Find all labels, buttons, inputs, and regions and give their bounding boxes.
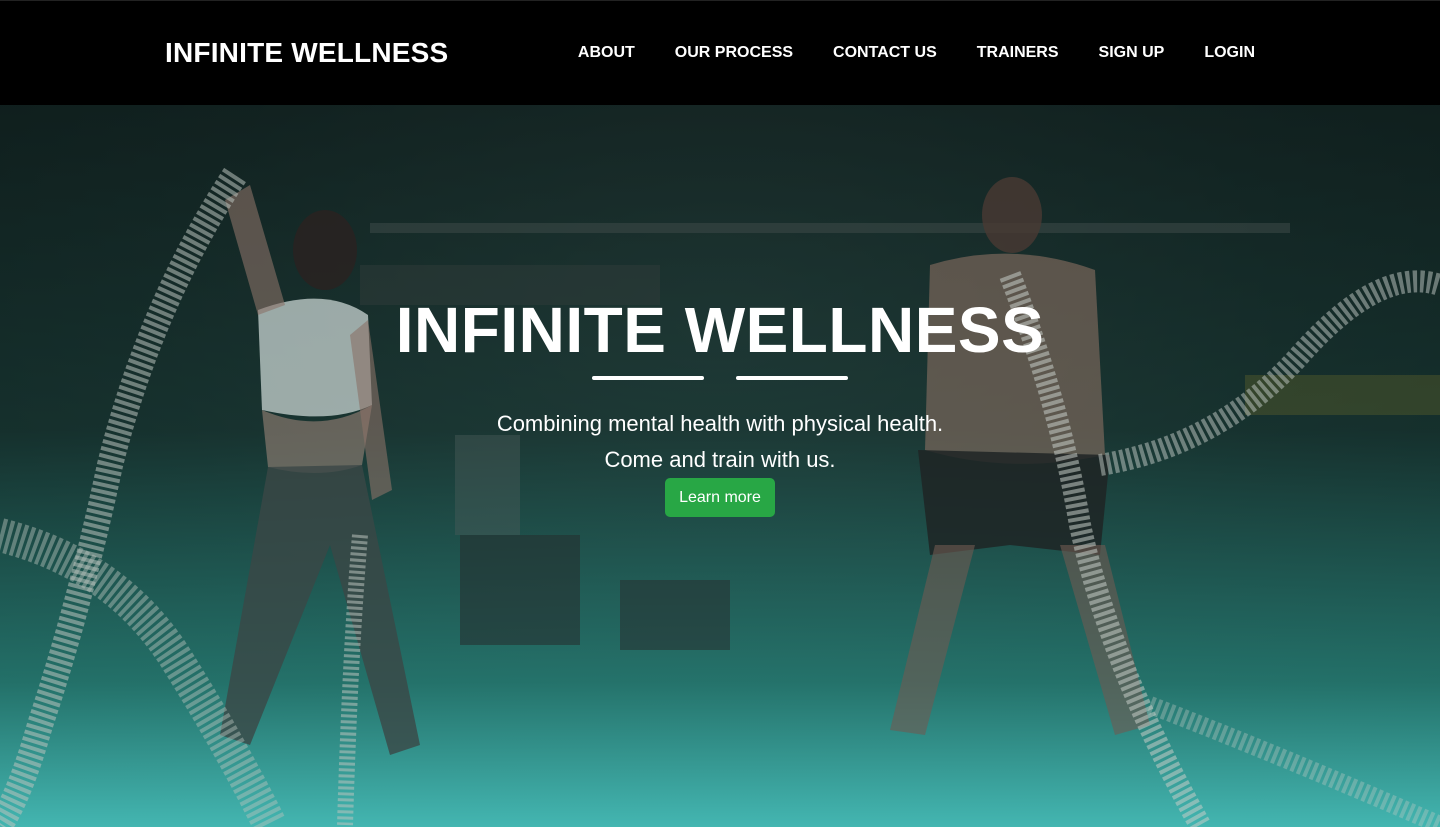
nav-link-about[interactable]: ABOUT (578, 44, 635, 62)
nav-link-login[interactable]: LOGIN (1204, 44, 1255, 62)
top-navbar: INFINITE WELLNESS ABOUT OUR PROCESS CONT… (0, 0, 1440, 105)
nav-links: ABOUT OUR PROCESS CONTACT US TRAINERS SI… (578, 44, 1255, 62)
nav-link-trainers[interactable]: TRAINERS (977, 44, 1059, 62)
hero-tagline-line2: Come and train with us. (604, 447, 836, 472)
title-divider-left (592, 376, 704, 380)
hero-section: INFINITE WELLNESS Combining mental healt… (0, 105, 1440, 827)
nav-link-our-process[interactable]: OUR PROCESS (675, 44, 793, 62)
learn-more-button[interactable]: Learn more (665, 478, 775, 517)
brand-logo-text[interactable]: INFINITE WELLNESS (165, 37, 448, 69)
nav-link-sign-up[interactable]: SIGN UP (1099, 44, 1165, 62)
nav-link-contact-us[interactable]: CONTACT US (833, 44, 937, 62)
hero-tagline-line1: Combining mental health with physical he… (496, 411, 944, 436)
title-divider-right (736, 376, 848, 380)
hero-title: INFINITE WELLNESS (395, 294, 1045, 366)
